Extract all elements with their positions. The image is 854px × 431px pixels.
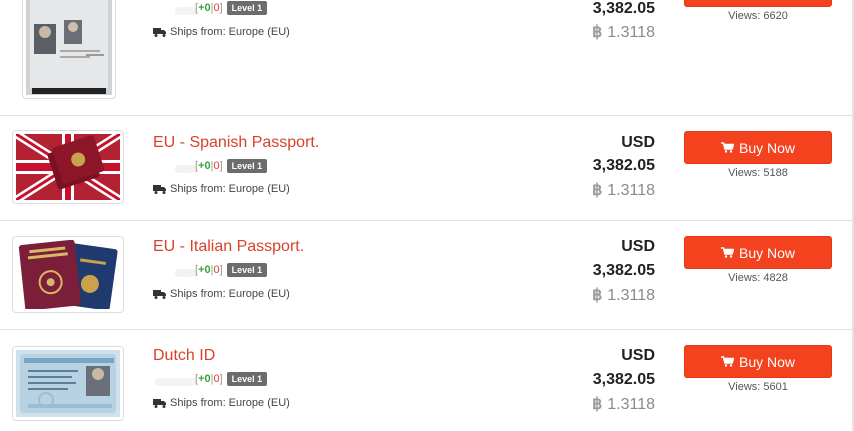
buy-now-button[interactable]: Buy Now xyxy=(684,131,832,164)
listing-title[interactable]: EU - Italian Passport. xyxy=(153,238,304,256)
ships-from: Ships from: Europe (EU) xyxy=(153,26,290,38)
vendor-rating: [+0|0] Level 1 xyxy=(195,1,268,15)
price-fiat: 3,382.05 xyxy=(592,157,655,174)
listing-results: [+0|0] Level 1 Ships from: Europe (EU) 3… xyxy=(0,0,854,431)
listing-image-italian-passport[interactable] xyxy=(12,236,124,313)
bitcoin-icon: ฿ xyxy=(592,182,603,199)
truck-icon xyxy=(153,28,166,37)
view-count: Views: 5601 xyxy=(728,381,788,393)
redacted-vendor-name xyxy=(175,269,197,277)
price-fiat: 3,382.05 xyxy=(592,371,655,388)
bitcoin-icon: ฿ xyxy=(592,287,603,304)
listing-image-spanish-passport[interactable] xyxy=(12,130,124,204)
price-fiat: 3,382.05 xyxy=(592,262,655,279)
ships-from: Ships from: Europe (EU) xyxy=(153,397,290,409)
currency-label: USD xyxy=(621,238,655,255)
redacted-vendor-name xyxy=(155,378,197,386)
listing-title[interactable]: Dutch ID xyxy=(153,347,215,365)
vendor-rating: [+0|0] Level 1 xyxy=(195,372,268,386)
ships-from: Ships from: Europe (EU) xyxy=(153,288,290,300)
listing-item: EU - Italian Passport. [+0|0] Level 1 Sh… xyxy=(0,220,852,330)
level-badge: Level 1 xyxy=(226,159,268,173)
bitcoin-icon: ฿ xyxy=(592,396,603,413)
truck-icon xyxy=(153,185,166,194)
price-fiat: 3,382.05 xyxy=(592,0,655,17)
buy-now-button[interactable]: Buy Now xyxy=(684,345,832,378)
redacted-vendor-name xyxy=(175,165,197,173)
price-btc: ฿ 1.3118 xyxy=(592,182,655,199)
listing-item: EU - Spanish Passport. [+0|0] Level 1 Sh… xyxy=(0,115,852,221)
view-count: Views: 4828 xyxy=(728,272,788,284)
feedback-score: [+0|0] xyxy=(195,264,223,276)
cart-icon xyxy=(720,247,734,258)
cart-icon xyxy=(720,356,734,367)
vendor-rating: [+0|0] Level 1 xyxy=(195,263,268,277)
currency-label: USD xyxy=(621,347,655,364)
bitcoin-icon: ฿ xyxy=(592,24,603,41)
cart-icon xyxy=(720,142,734,153)
price-btc: ฿ 1.3118 xyxy=(592,24,655,41)
listing-image-dutch-id-card[interactable] xyxy=(12,346,124,421)
listing-item: [+0|0] Level 1 Ships from: Europe (EU) 3… xyxy=(0,0,852,116)
feedback-score: [+0|0] xyxy=(195,160,223,172)
vendor-rating: [+0|0] Level 1 xyxy=(195,159,268,173)
redacted-vendor-name xyxy=(175,7,197,15)
feedback-score: [+0|0] xyxy=(195,2,223,14)
level-badge: Level 1 xyxy=(226,372,268,386)
level-badge: Level 1 xyxy=(226,263,268,277)
level-badge: Level 1 xyxy=(226,1,268,15)
listing-image-passport-photo-page[interactable] xyxy=(22,0,116,99)
listing-title[interactable]: EU - Spanish Passport. xyxy=(153,134,319,152)
view-count: Views: 5188 xyxy=(728,167,788,179)
buy-now-button[interactable]: Buy Now xyxy=(684,236,832,269)
view-count: Views: 6620 xyxy=(728,10,788,22)
price-btc: ฿ 1.3118 xyxy=(592,396,655,413)
currency-label: USD xyxy=(621,134,655,151)
ships-from: Ships from: Europe (EU) xyxy=(153,183,290,195)
truck-icon xyxy=(153,290,166,299)
listing-item: Dutch ID [+0|0] Level 1 Ships from: Euro… xyxy=(0,329,852,431)
price-btc: ฿ 1.3118 xyxy=(592,287,655,304)
truck-icon xyxy=(153,399,166,408)
buy-now-button[interactable] xyxy=(684,0,832,7)
feedback-score: [+0|0] xyxy=(195,373,223,385)
